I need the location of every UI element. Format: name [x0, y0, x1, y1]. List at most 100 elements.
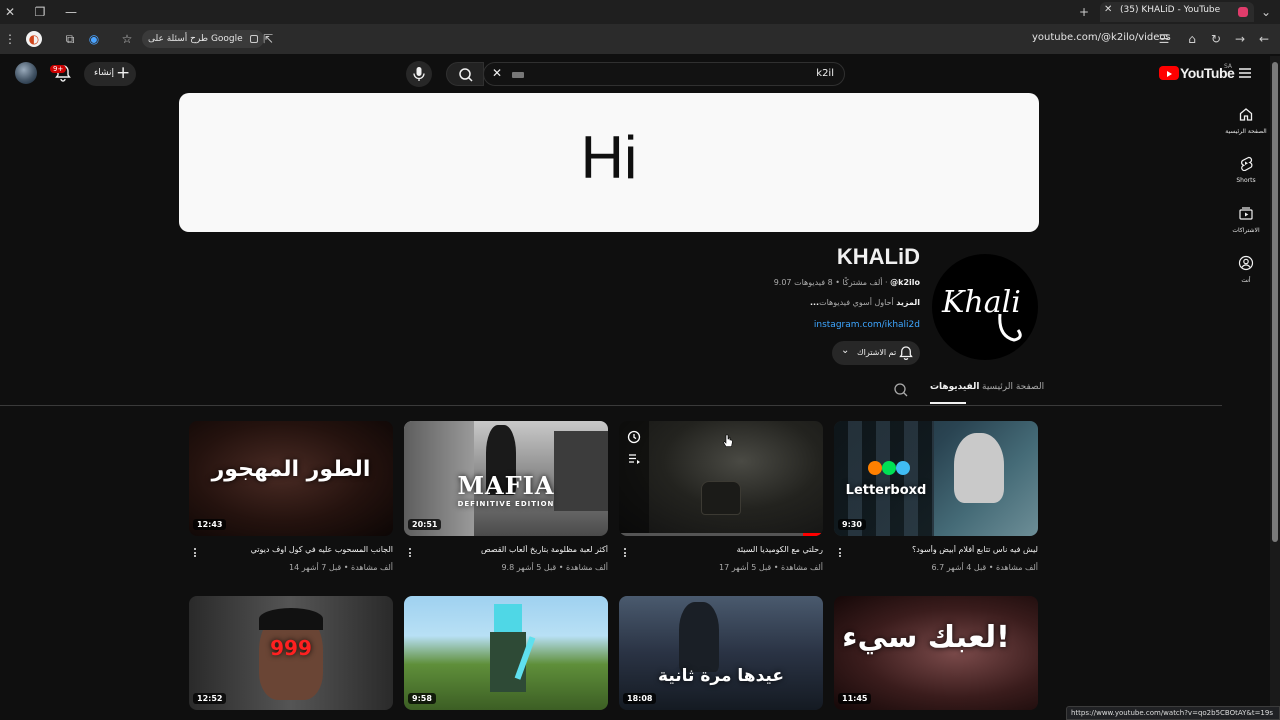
scrollbar-thumb[interactable]	[1272, 62, 1278, 542]
new-tab-icon[interactable]: +	[1075, 3, 1093, 21]
lens-icon	[249, 34, 258, 43]
link-status-bar: https://www.youtube.com/watch?v=qo2b5CBO…	[1066, 706, 1280, 720]
video-title[interactable]: ليش فيه ناس تتابع أفلام أبيض وأسود؟	[858, 545, 1038, 554]
banner-text: Hi	[580, 124, 638, 191]
avatar-text: Khali	[941, 285, 1021, 320]
video-thumbnail[interactable]: لعبك سيء! 11:45	[834, 596, 1038, 710]
audio-icon[interactable]: ◉	[86, 31, 102, 47]
video-meta: 9.8 ألف مشاهدة • قبل 5 أشهر	[501, 563, 608, 572]
video-menu-icon[interactable]	[621, 547, 629, 559]
description-text: أحاول أسوي فيديوهات	[819, 298, 894, 307]
video-title[interactable]: أكثر لعبة مظلومة بتاريخ ألعاب القصص	[428, 545, 608, 554]
google-ask-chip[interactable]: طرح أسئلة على Google	[142, 30, 264, 48]
video-title[interactable]: رحلتي مع الكوميديا السيئة	[643, 545, 823, 554]
tabs-divider	[0, 405, 1222, 406]
youtube-favicon-icon	[1238, 7, 1248, 17]
channel-search-icon[interactable]	[893, 382, 909, 398]
channel-name: KHALiD	[836, 244, 920, 269]
channel-avatar[interactable]: Khali	[932, 254, 1038, 360]
page-scrollbar[interactable]	[1270, 56, 1280, 720]
thumbnail-text: 999	[270, 636, 312, 660]
plus-icon: +	[116, 63, 131, 83]
browser-tab-strip: ✕ ❐ — + ✕ (35) KHALiD - YouTube ⌄	[0, 0, 1280, 24]
search-input[interactable]: ✕ k2il	[483, 62, 845, 86]
video-duration: 11:45	[838, 693, 872, 704]
video-meta: 17 ألف مشاهدة • قبل 5 أشهر	[718, 563, 823, 572]
video-duration: 20:51	[408, 519, 442, 530]
channel-meta-counts: 9.07 ألف مشتركًا • 8 فيديوهات	[773, 278, 883, 287]
video-thumbnail[interactable]	[619, 421, 823, 536]
bookmark-star-icon[interactable]: ☆	[119, 31, 135, 47]
share-icon[interactable]: ⇱	[260, 31, 276, 47]
browser-tab[interactable]: ✕ (35) KHALiD - YouTube	[1100, 2, 1254, 22]
thumbnail-text: عيدها مرة ثانية	[658, 666, 784, 686]
video-thumbnail[interactable]: عيدها مرة ثانية 18:08	[619, 596, 823, 710]
hamburger-menu-icon[interactable]	[1238, 65, 1252, 79]
url-field[interactable]: youtube.com/@k2ilo/videos	[1032, 32, 1171, 43]
bell-icon	[898, 345, 914, 361]
sidebar-item-shorts[interactable]: Shorts	[1222, 155, 1270, 184]
restore-window-icon[interactable]: ❐	[31, 3, 49, 21]
home-browser-icon[interactable]: ⌂	[1184, 31, 1200, 47]
youtube-header: 9+ إنشاء + ✕ k2il YouTube SA	[0, 54, 1280, 94]
voice-search-button[interactable]	[406, 61, 432, 87]
thumbnail-text: لعبك سيء!	[842, 620, 1010, 655]
sidebar-item-home[interactable]: الصفحة الرئيسية	[1222, 106, 1270, 135]
site-settings-icon[interactable]: ☰	[1156, 31, 1172, 47]
browser-toolbar: ⋮ ◐ ⧉ ◉ ☆ طرح أسئلة على Google ⇱ youtube…	[0, 24, 1280, 54]
notification-count-badge: 9+	[50, 65, 67, 73]
sidebar-item-subscriptions[interactable]: الاشتراكات	[1222, 205, 1270, 234]
keyboard-icon[interactable]	[512, 72, 524, 78]
tab-videos[interactable]: الفيديوهات	[930, 382, 980, 392]
mouse-cursor-icon	[723, 433, 733, 447]
video-menu-icon[interactable]	[406, 547, 414, 559]
clear-search-icon[interactable]: ✕	[492, 66, 502, 80]
thumbnail-text: MAFIA	[457, 471, 555, 500]
video-duration: 9:58	[408, 693, 436, 704]
account-avatar[interactable]	[15, 62, 37, 84]
create-label: إنشاء	[94, 68, 115, 78]
extensions-icon[interactable]: ⧉	[62, 31, 78, 47]
progress-bar	[803, 533, 823, 536]
sidebar-item-label: الصفحة الرئيسية	[1225, 128, 1267, 135]
reload-icon[interactable]: ↻	[1208, 31, 1224, 47]
search-query: k2il	[816, 68, 834, 79]
thumbnail-subtext: DEFINITIVE EDITION	[457, 500, 555, 508]
sidebar-item-you[interactable]: أنت	[1222, 255, 1270, 284]
video-thumbnail[interactable]: MAFIA DEFINITIVE EDITION 20:51	[404, 421, 608, 536]
youtube-logo-icon[interactable]	[1159, 66, 1179, 80]
create-button[interactable]: إنشاء +	[84, 62, 136, 86]
add-to-queue-icon[interactable]	[627, 451, 641, 465]
tab-menu-chevron-icon[interactable]: ⌄	[1257, 3, 1275, 21]
shorts-icon	[1241, 156, 1253, 172]
close-window-icon[interactable]: ✕	[1, 3, 19, 21]
thumbnail-text: الطور المهجور	[211, 457, 371, 482]
video-duration: 18:08	[623, 693, 657, 704]
channel-description[interactable]: ...المزيد أحاول أسوي فيديوهات	[810, 298, 920, 307]
video-menu-icon[interactable]	[191, 547, 199, 559]
channel-link[interactable]: instagram.com/ikhali2d	[814, 320, 920, 330]
forward-icon[interactable]: ←	[1256, 31, 1272, 47]
tab-home[interactable]: الصفحة الرئيسية	[982, 382, 1044, 392]
video-thumbnail[interactable]: Letterboxd 9:30	[834, 421, 1038, 536]
video-title[interactable]: الجانب المسحوب عليه في كول اوف ديوتي	[213, 545, 393, 554]
video-duration: 12:52	[193, 693, 227, 704]
menu-dots-icon[interactable]: ⋮	[2, 31, 18, 47]
watch-later-icon[interactable]	[627, 429, 641, 444]
subscribed-button[interactable]: ⌄ تم الاشتراك	[832, 341, 920, 365]
google-chip-label: طرح أسئلة على Google	[148, 34, 243, 44]
back-icon[interactable]: →	[1232, 31, 1248, 47]
region-code: SA	[1224, 63, 1233, 70]
close-tab-icon[interactable]: ✕	[1104, 4, 1112, 15]
video-thumbnail[interactable]: 9:58	[404, 596, 608, 710]
channel-banner: Hi	[179, 93, 1039, 232]
subscriptions-icon	[1239, 207, 1253, 220]
search-button[interactable]	[446, 62, 484, 86]
sidebar-item-label: أنت	[1241, 277, 1251, 284]
video-menu-icon[interactable]	[836, 547, 844, 559]
sidebar-item-label: Shorts	[1236, 177, 1256, 184]
minimize-window-icon[interactable]: —	[62, 3, 80, 21]
brave-shield-icon[interactable]: ◐	[26, 31, 42, 47]
video-thumbnail[interactable]: الطور المهجور 12:43	[189, 421, 393, 536]
video-thumbnail[interactable]: 999 12:52	[189, 596, 393, 710]
